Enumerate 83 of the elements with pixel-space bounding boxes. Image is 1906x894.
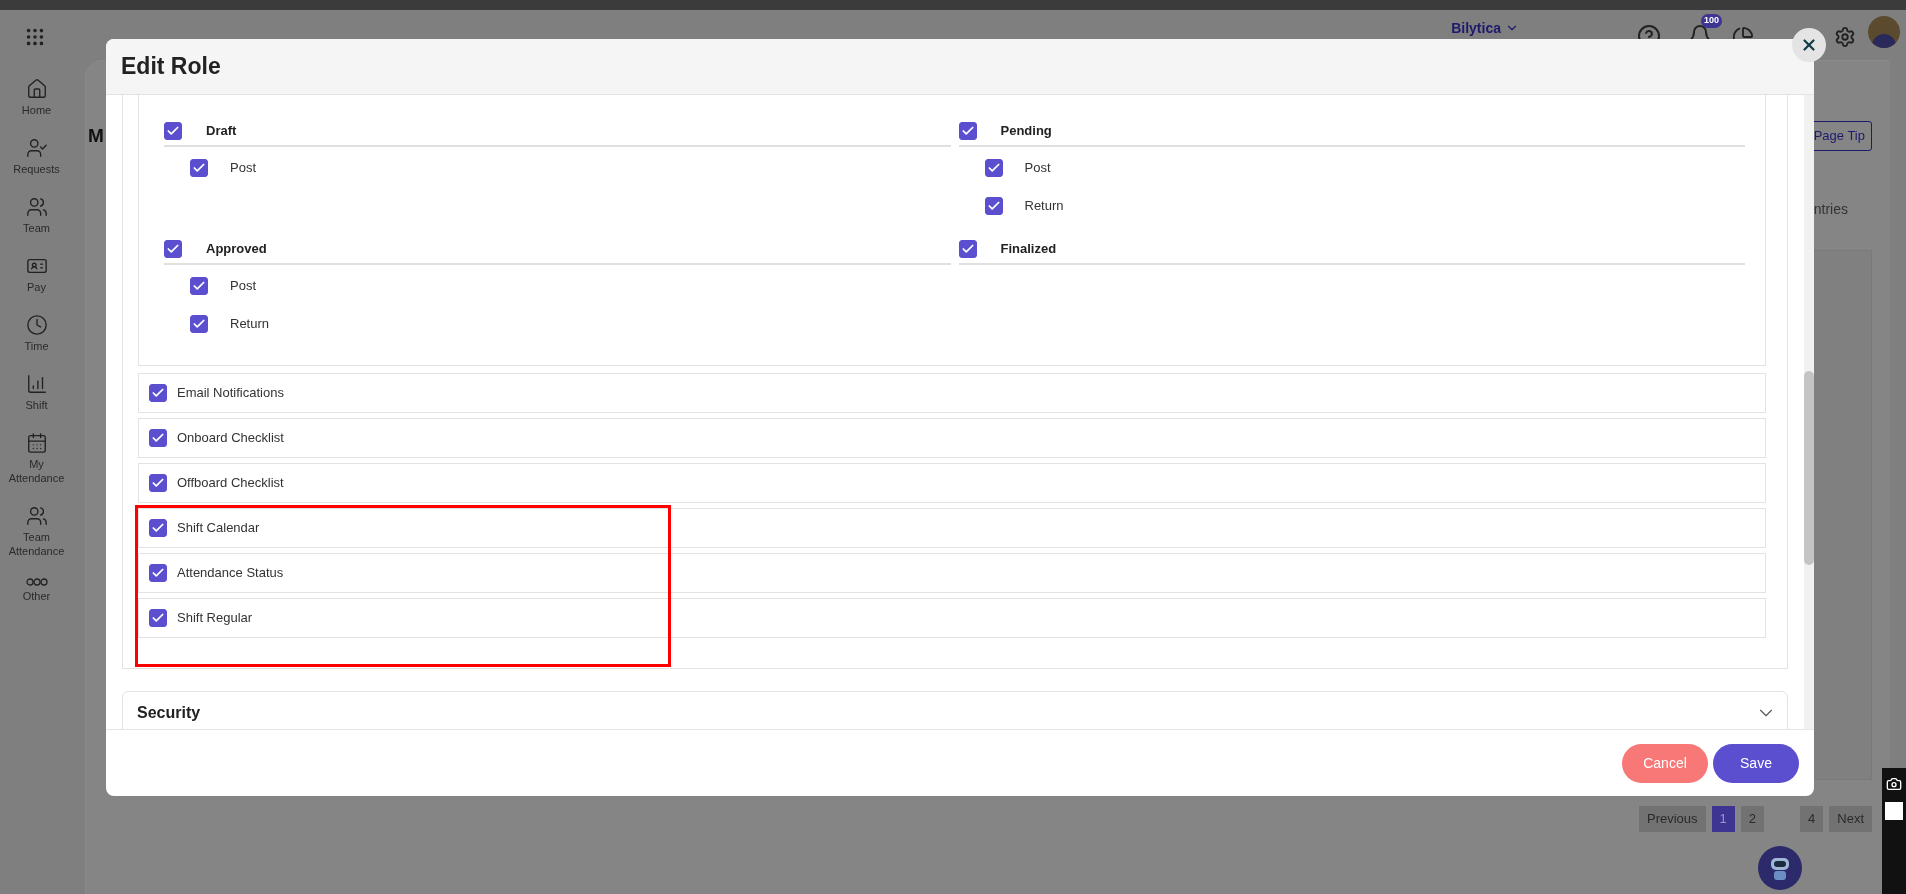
pagination-button[interactable]: 4 [1800,806,1824,832]
checkbox[interactable] [149,474,167,492]
cancel-button[interactable]: Cancel [1622,743,1708,783]
permission-label: Attendance Status [177,564,284,583]
sidebar-item[interactable]: Pay [1,255,72,294]
checkbox[interactable] [958,122,977,140]
settings-icon[interactable] [1834,26,1856,48]
close-button[interactable] [1792,28,1826,62]
check-icon [192,317,206,331]
status-label: Pending [1000,122,1052,141]
close-icon [1800,36,1818,54]
status-label: Finalized [1000,240,1057,259]
check-icon [986,199,1001,213]
notification-badge: 100 [1700,14,1722,28]
check-icon [151,521,165,535]
home-icon [25,78,48,100]
checkbox[interactable] [149,519,167,537]
permission-label: Shift Calendar [177,519,260,538]
check-icon [192,161,206,175]
apps-grid-icon[interactable] [24,26,46,48]
sidebar-item[interactable]: Team [1,196,72,235]
check-icon [166,124,180,138]
check-icon [960,124,975,138]
permission-label: Onboard Checklist [177,429,284,448]
user-avatar[interactable] [1868,16,1900,48]
checkbox[interactable] [190,159,208,177]
permission-label: Offboard Checklist [177,474,284,493]
pagination-button[interactable]: 1 [1711,806,1735,832]
pagination-button[interactable]: Previous [1639,806,1706,832]
shift-icon [25,373,48,395]
checkbox[interactable] [149,384,167,402]
check-icon [151,566,165,580]
checkbox[interactable] [164,240,182,258]
action-label: Return [230,315,270,334]
action-label: Post [1024,159,1051,178]
brand-name[interactable]: Bilytica [1451,20,1501,36]
team-icon [25,196,48,218]
permission-label: Shift Regular [177,609,253,628]
team-icon [25,505,48,527]
status-label: Approved [206,240,267,259]
requests-icon [25,137,48,159]
widget-panel [1885,802,1903,820]
three-dots-icon [25,578,48,586]
entries-label: ntries [1813,200,1849,219]
dialog-title: Edit Role [121,52,221,82]
check-icon [151,431,165,445]
time-icon [25,314,48,336]
checkbox[interactable] [149,564,167,582]
check-icon [151,386,165,400]
calendar-icon [25,432,48,454]
action-label: Post [230,159,256,178]
action-label: Post [230,277,256,296]
check-icon [192,279,206,293]
checkbox[interactable] [190,277,208,295]
sidebar-item[interactable]: Team Attendance [1,505,72,558]
save-button[interactable]: Save [1713,743,1799,783]
sidebar-item[interactable]: Other [1,578,72,603]
section-header[interactable]: Security [122,691,1788,729]
sidebar-item[interactable]: My Attendance [1,432,72,485]
checkbox[interactable] [149,609,167,627]
pagination-button[interactable]: 2 [1740,806,1765,832]
checkbox[interactable] [190,315,208,333]
page-title: M [88,123,104,148]
check-icon [166,242,180,256]
checkbox[interactable] [984,197,1003,215]
sidebar-item[interactable]: Time [1,314,72,353]
checkbox[interactable] [149,429,167,447]
check-icon [151,476,165,490]
check-icon [960,242,975,256]
permission-label: Email Notifications [177,384,284,403]
action-label: Return [1024,197,1064,216]
sidebar-item[interactable]: Home [1,78,72,117]
checkbox[interactable] [958,240,977,258]
check-icon [151,611,165,625]
sidebar-item[interactable]: Shift [1,373,72,412]
scrollbar-thumb[interactable] [1804,371,1814,565]
checkbox[interactable] [164,122,182,140]
camera-icon[interactable] [1886,776,1902,792]
checkbox[interactable] [984,159,1003,177]
check-icon [986,161,1001,175]
sidebar-item[interactable]: Requests [1,137,72,176]
status-label: Draft [206,122,237,141]
pagination-button[interactable]: Next [1829,806,1872,832]
